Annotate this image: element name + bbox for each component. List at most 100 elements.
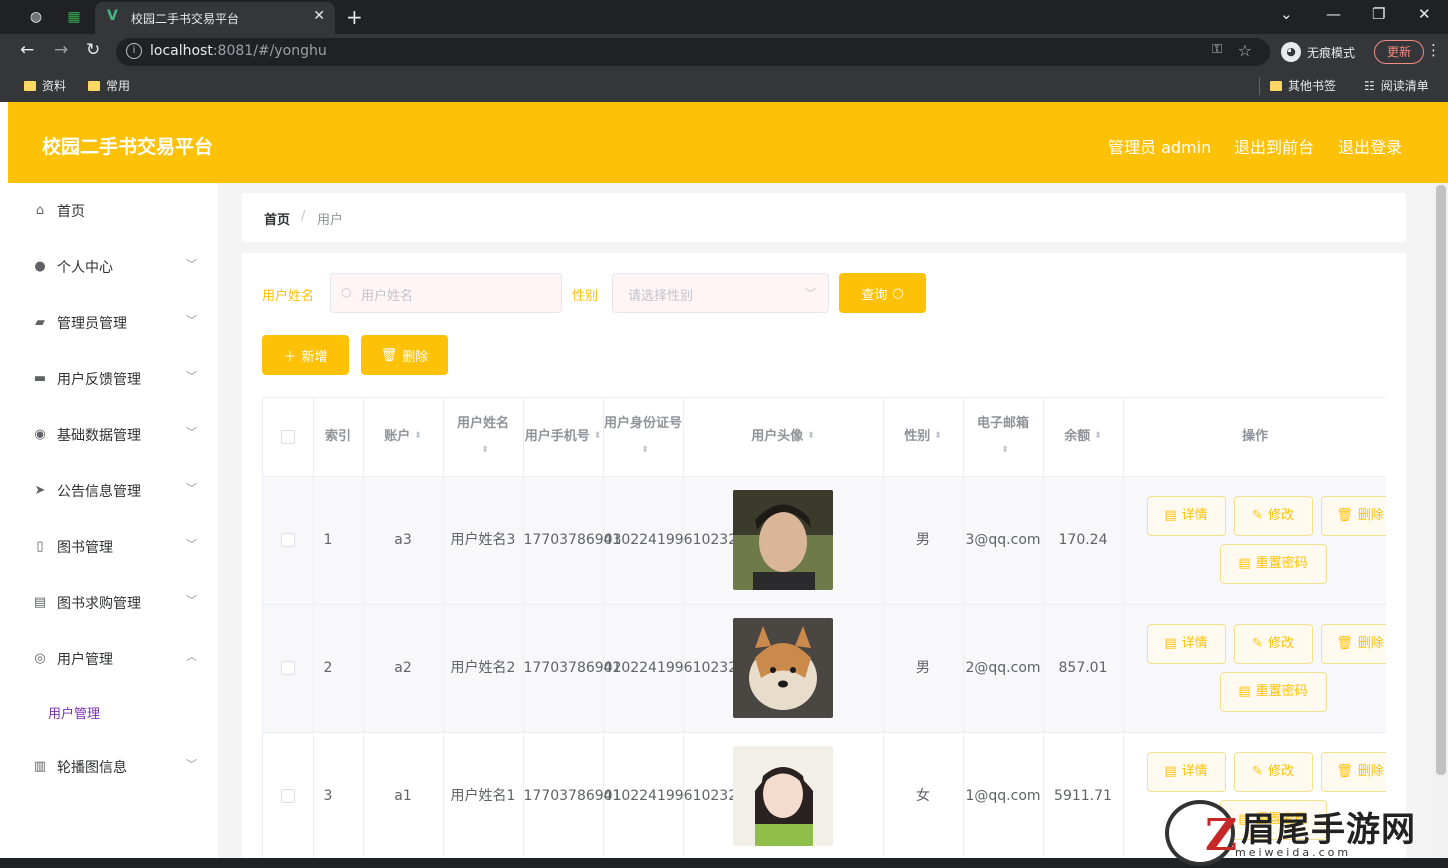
header-name[interactable]: 用户姓名 ⬍ <box>443 398 524 477</box>
user-avatar-image[interactable] <box>733 490 833 590</box>
globe-icon[interactable]: ◍ <box>26 7 46 27</box>
query-button[interactable]: 查询 ○ <box>839 273 926 313</box>
window-close-icon[interactable]: ✕ <box>1418 5 1431 23</box>
delete-button[interactable]: 🗑 删除 <box>1320 623 1386 664</box>
detail-button[interactable]: ▤ 详情 <box>1146 623 1226 664</box>
restore-icon[interactable]: ❐ <box>1372 5 1385 23</box>
new-tab-icon[interactable]: + <box>346 5 363 29</box>
breadcrumb-separator: / <box>301 209 306 224</box>
edit-icon: ✎ <box>1252 636 1263 651</box>
header-phone[interactable]: 用户手机号 ⬍ <box>523 398 604 477</box>
sidebar-item-feedback[interactable]: ▬ 用户反馈管理 ﹀ <box>8 351 218 407</box>
sort-icon[interactable]: ⬍ <box>1001 437 1009 464</box>
sidebar-subitem-user-manage[interactable]: 用户管理 <box>48 703 100 722</box>
sort-icon[interactable]: ⬍ <box>594 423 602 450</box>
key-icon[interactable]: ⚿ <box>1212 42 1222 57</box>
header-index[interactable]: 索引 <box>313 398 364 477</box>
sidebar-item-personal[interactable]: ● 个人中心 ﹀ <box>8 239 218 295</box>
search-icon: ○ <box>341 285 352 299</box>
bookmark-other[interactable]: 其他书签 <box>1270 77 1336 94</box>
forward-icon[interactable]: → <box>54 40 68 60</box>
sidebar-item-book-requests[interactable]: ▤ 图书求购管理 ﹀ <box>8 575 218 631</box>
sidebar-item-books[interactable]: ▯ 图书管理 ﹀ <box>8 519 218 575</box>
name-filter-label: 用户姓名 <box>262 289 315 304</box>
scrollbar-thumb[interactable] <box>1436 185 1446 775</box>
sidebar-item-users[interactable]: ◎ 用户管理 ︿ <box>8 631 218 687</box>
header-avatar[interactable]: 用户头像 ⬍ <box>683 398 884 477</box>
row-checkbox[interactable] <box>280 660 295 675</box>
sort-icon[interactable]: ⬍ <box>641 437 649 464</box>
url-field[interactable]: i localhost:8081/#/yonghu ⚿ ☆ <box>116 38 1270 66</box>
sidebar-item-carousel[interactable]: ▥ 轮播图信息 ﹀ <box>8 739 218 795</box>
edit-button[interactable]: ✎ 修改 <box>1233 751 1313 792</box>
back-icon[interactable]: ← <box>20 40 34 60</box>
bookmark-folder[interactable]: 常用 <box>88 77 130 94</box>
delete-button[interactable]: 🗑 删除 <box>1320 495 1386 536</box>
document-icon: ▤ <box>1238 556 1251 571</box>
add-button[interactable]: ＋新增 <box>262 335 349 375</box>
header-gender[interactable]: 性别 ⬍ <box>883 398 964 477</box>
detail-button[interactable]: ▤ 详情 <box>1146 495 1226 536</box>
name-search-input[interactable]: ○ 用户姓名 <box>330 273 562 313</box>
bookmark-folder[interactable]: 资料 <box>24 77 66 94</box>
browser-tab-active[interactable]: V 校园二手书交易平台 ✕ <box>95 2 335 34</box>
sort-icon[interactable]: ⬍ <box>1094 423 1102 450</box>
sidebar-item-home[interactable]: ⌂ 首页 <box>8 183 218 239</box>
reload-icon[interactable]: ↻ <box>86 40 100 60</box>
content-card: 用户姓名 ○ 用户姓名 性别 请选择性别 ﹀ 查询 ○ ＋新增 🗑 删除 索引 账户… <box>242 253 1406 868</box>
sidebar-item-admins[interactable]: ▰ 管理员管理 ﹀ <box>8 295 218 351</box>
cell-account: a1 <box>363 732 444 861</box>
reading-list[interactable]: ☷ 阅读清单 <box>1364 77 1429 94</box>
cell-index: 3 <box>313 732 364 861</box>
edit-button[interactable]: ✎ 修改 <box>1233 495 1313 536</box>
sidebar-item-basedata[interactable]: ◉ 基础数据管理 ﹀ <box>8 407 218 463</box>
sort-icon[interactable]: ⬍ <box>414 423 422 450</box>
sort-icon[interactable]: ⬍ <box>481 437 489 464</box>
header-balance[interactable]: 余额 ⬍ <box>1043 398 1124 477</box>
detail-button[interactable]: ▤ 详情 <box>1146 751 1226 792</box>
user-avatar-image[interactable] <box>733 618 833 718</box>
user-avatar-image[interactable] <box>733 746 833 846</box>
bars-icon: ▥ <box>33 759 47 774</box>
cell-gender: 男 <box>883 604 964 733</box>
header-email[interactable]: 电子邮箱 ⬍ <box>963 398 1044 477</box>
exit-to-front-link[interactable]: 退出到前台 <box>1234 134 1314 158</box>
header-account[interactable]: 账户 ⬍ <box>363 398 444 477</box>
chevron-down-icon: ﹀ <box>186 482 197 495</box>
incognito-label: 无痕模式 <box>1307 45 1356 60</box>
star-icon[interactable]: ☆ <box>1238 41 1252 60</box>
minimize-icon[interactable]: — <box>1326 5 1341 23</box>
edit-icon: ✎ <box>1252 764 1263 779</box>
batch-delete-button[interactable]: 🗑 删除 <box>361 335 448 375</box>
header-idcard[interactable]: 用户身份证号⬍ <box>603 398 684 477</box>
plus-icon: ＋ <box>283 349 297 365</box>
reset-password-button[interactable]: ▤ 重置密码 <box>1219 671 1327 712</box>
info-icon[interactable]: i <box>126 43 142 59</box>
incognito-indicator[interactable]: ◕ 无痕模式 <box>1281 42 1355 62</box>
tab-search-icon[interactable]: ⌄ <box>1280 5 1293 23</box>
select-all-checkbox[interactable] <box>280 429 295 444</box>
cell-gender: 女 <box>883 732 964 861</box>
document-icon: ▤ <box>1238 684 1251 699</box>
cell-index: 2 <box>313 604 364 733</box>
gender-placeholder: 请选择性别 <box>628 289 694 304</box>
row-checkbox[interactable] <box>280 532 295 547</box>
logout-link[interactable]: 退出登录 <box>1338 134 1402 158</box>
sort-icon[interactable]: ⬍ <box>807 423 815 450</box>
menu-kebab-icon[interactable]: ⋮ <box>1426 41 1441 59</box>
delete-button[interactable]: 🗑 删除 <box>1320 751 1386 792</box>
sheets-icon[interactable]: ▦ <box>64 7 84 27</box>
cell-name: 用户姓名3 <box>443 476 524 605</box>
close-icon[interactable]: ✕ <box>313 8 325 24</box>
breadcrumb-home[interactable]: 首页 <box>264 209 290 228</box>
sidebar-item-notice[interactable]: ➤ 公告信息管理 ﹀ <box>8 463 218 519</box>
reset-password-button[interactable]: ▤ 重置密码 <box>1219 543 1327 584</box>
watermark-subtext: meiweida.com <box>1235 846 1352 859</box>
row-checkbox[interactable] <box>280 788 295 803</box>
sort-icon[interactable]: ⬍ <box>934 423 942 450</box>
edit-button[interactable]: ✎ 修改 <box>1233 623 1313 664</box>
chevron-down-icon: ﹀ <box>186 594 197 607</box>
cell-idcard: 410224199610232001 <box>603 732 764 861</box>
update-button[interactable]: 更新 <box>1374 40 1425 64</box>
gender-select[interactable]: 请选择性别 ﹀ <box>612 273 829 313</box>
